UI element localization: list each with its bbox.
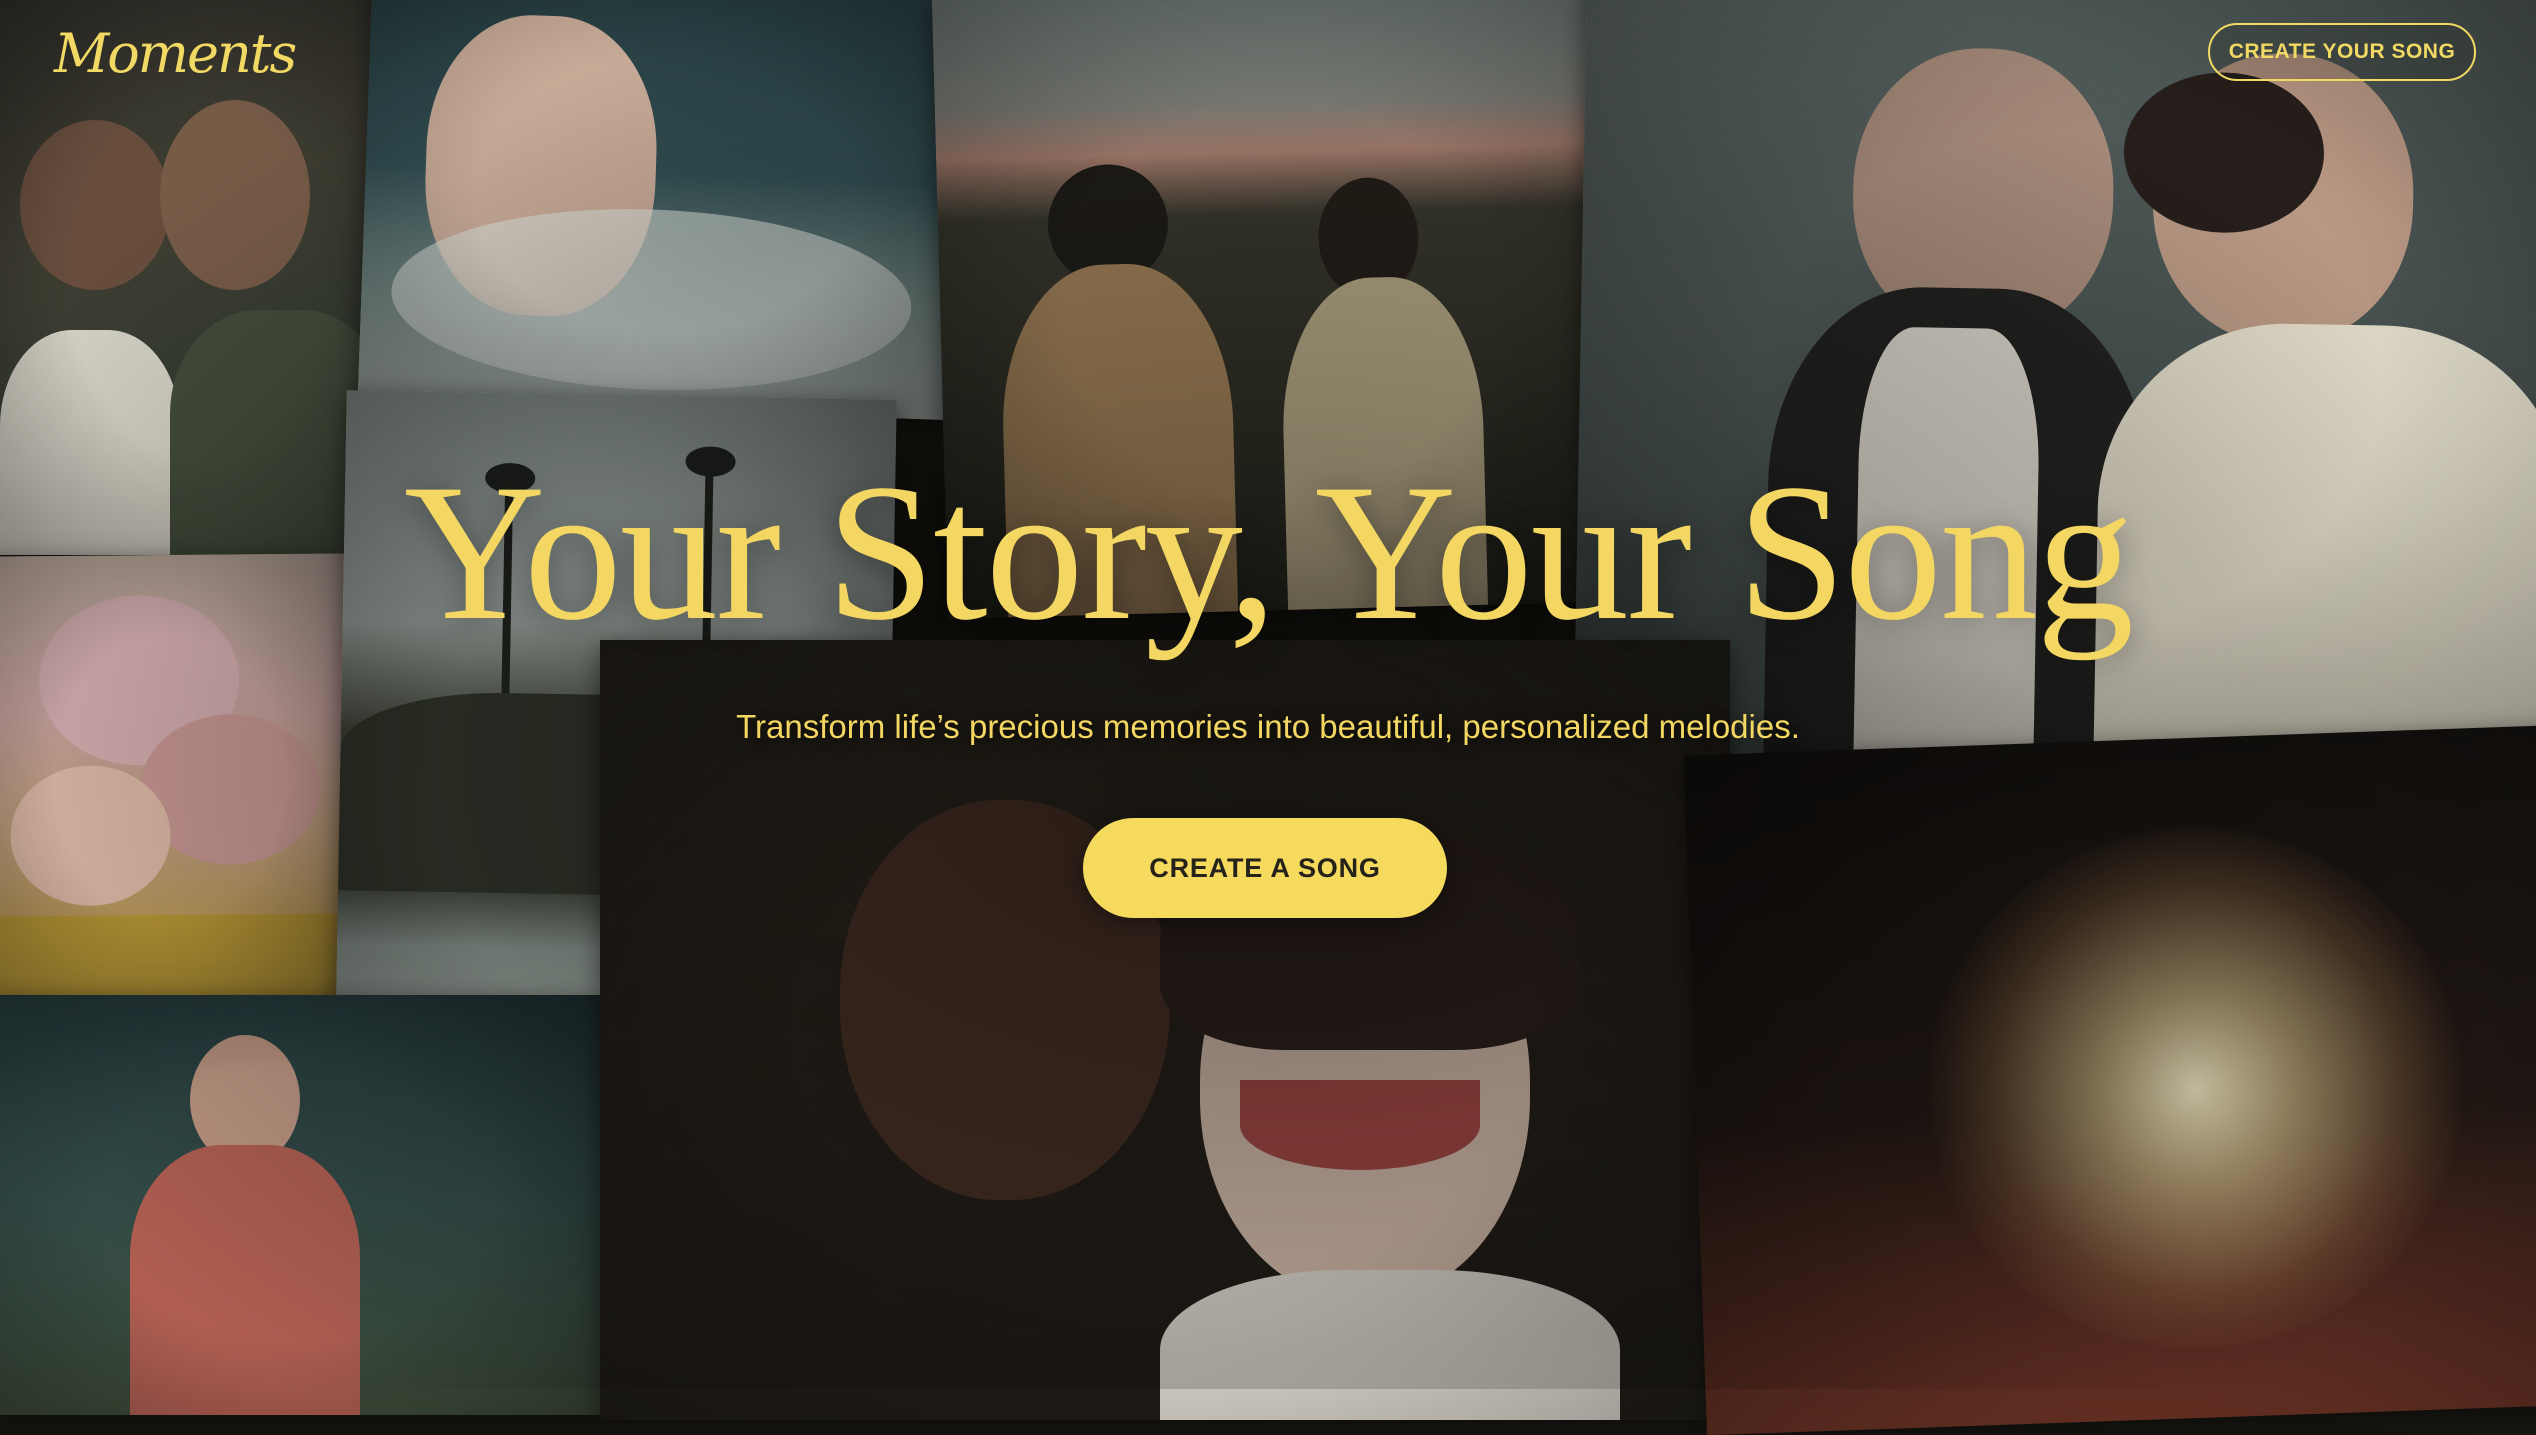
create-your-song-button[interactable]: CREATE YOUR SONG — [2208, 23, 2476, 81]
friends-laughing-photo — [600, 640, 1730, 1420]
hero-subtitle: Transform life’s precious memories into … — [736, 708, 1800, 745]
moments-logo[interactable]: Moments — [54, 22, 297, 85]
create-a-song-button[interactable]: CREATE A SONG — [1083, 818, 1447, 918]
fireworks-photo — [1683, 724, 2536, 1435]
child-splashing-water-photo — [357, 0, 973, 421]
hero-title: Your Story, Your Song — [403, 444, 2134, 661]
woman-dancing-red-dress-photo — [0, 995, 600, 1415]
